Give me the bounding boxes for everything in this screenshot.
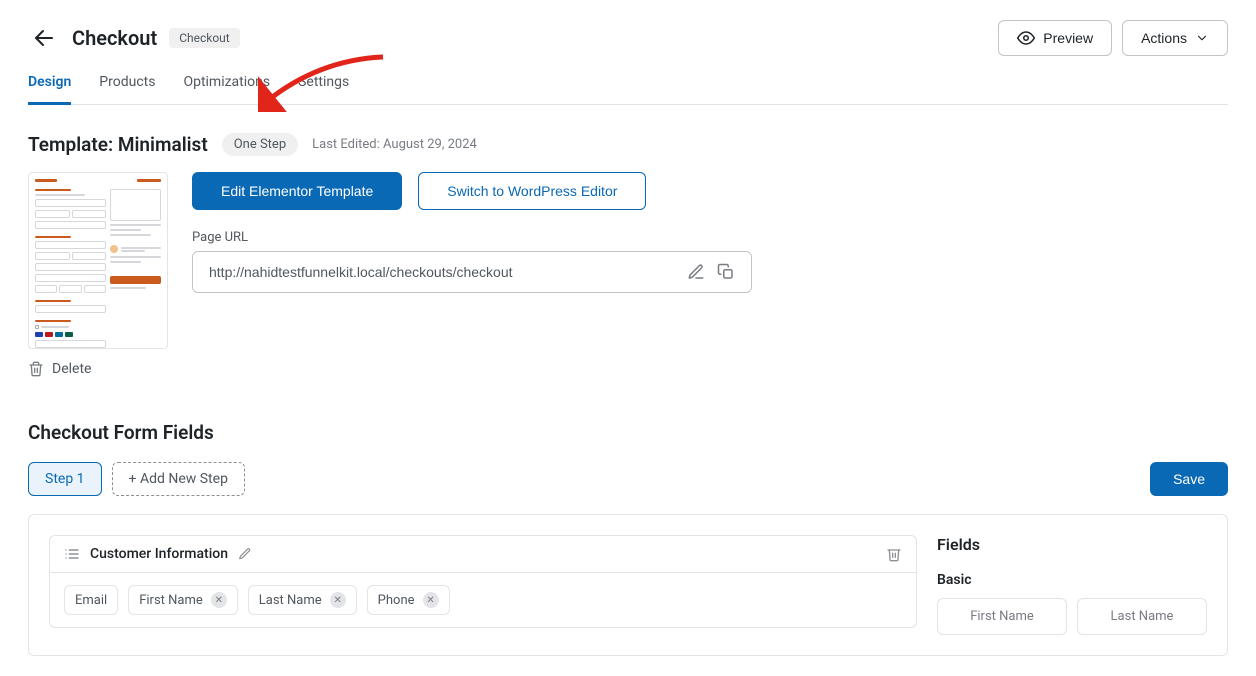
fields-group-basic: Basic xyxy=(937,572,1207,588)
add-step-button[interactable]: + Add New Step xyxy=(112,462,245,496)
drag-handle[interactable] xyxy=(64,546,80,562)
template-title: Template: Minimalist xyxy=(28,133,208,156)
preview-label: Preview xyxy=(1043,30,1093,46)
edit-url-button[interactable] xyxy=(681,263,711,281)
edit-section-button[interactable] xyxy=(238,547,252,561)
field-pill-label: Last Name xyxy=(259,593,322,608)
template-delete-label: Delete xyxy=(52,361,91,377)
field-pill-label: Email xyxy=(75,593,107,608)
field-pill-first-name[interactable]: First Name ✕ xyxy=(128,585,238,615)
preview-button[interactable]: Preview xyxy=(998,20,1112,56)
switch-editor-button[interactable]: Switch to WordPress Editor xyxy=(418,172,646,210)
template-steps-chip: One Step xyxy=(222,133,298,156)
page-url-input[interactable] xyxy=(207,263,681,281)
page-url-label: Page URL xyxy=(192,230,752,245)
copy-icon xyxy=(717,263,735,281)
field-pill-label: Phone xyxy=(378,593,415,608)
remove-field-button[interactable]: ✕ xyxy=(330,592,346,608)
copy-url-button[interactable] xyxy=(711,263,741,281)
field-pill-last-name[interactable]: Last Name ✕ xyxy=(248,585,357,615)
save-button[interactable]: Save xyxy=(1150,462,1228,496)
tab-design[interactable]: Design xyxy=(28,74,71,105)
arrow-left-icon xyxy=(32,26,56,50)
chevron-down-icon xyxy=(1195,31,1209,45)
available-field-last-name[interactable]: Last Name xyxy=(1077,598,1207,635)
delete-section-button[interactable] xyxy=(886,546,902,562)
fields-panel-heading: Fields xyxy=(937,535,1207,554)
field-pill-label: First Name xyxy=(139,593,203,608)
template-delete-button[interactable]: Delete xyxy=(28,361,168,377)
customer-info-title: Customer Information xyxy=(90,546,228,562)
page-url-field-wrap xyxy=(192,251,752,293)
step-1-tab[interactable]: Step 1 xyxy=(28,462,102,496)
pencil-icon xyxy=(687,263,705,281)
tab-products[interactable]: Products xyxy=(99,74,155,104)
page-title: Checkout xyxy=(72,26,157,50)
eye-icon xyxy=(1017,29,1035,47)
template-last-edited: Last Edited: August 29, 2024 xyxy=(312,137,477,152)
template-thumbnail[interactable] xyxy=(28,172,168,349)
back-button[interactable] xyxy=(28,22,60,54)
edit-template-button[interactable]: Edit Elementor Template xyxy=(192,172,402,210)
field-pill-email[interactable]: Email xyxy=(64,585,118,615)
page-type-chip: Checkout xyxy=(169,28,240,48)
form-section-title: Checkout Form Fields xyxy=(28,421,1228,444)
actions-label: Actions xyxy=(1141,30,1187,46)
available-field-first-name[interactable]: First Name xyxy=(937,598,1067,635)
field-pill-phone[interactable]: Phone ✕ xyxy=(367,585,450,615)
tabs: Design Products Optimizations Settings xyxy=(28,74,1228,105)
remove-field-button[interactable]: ✕ xyxy=(211,592,227,608)
list-icon xyxy=(64,546,80,562)
customer-info-section: Customer Information Email First Name ✕ xyxy=(49,535,917,628)
tab-optimizations[interactable]: Optimizations xyxy=(183,74,270,104)
tab-settings[interactable]: Settings xyxy=(298,74,349,104)
pencil-icon xyxy=(238,547,252,561)
trash-icon xyxy=(886,546,902,562)
actions-button[interactable]: Actions xyxy=(1122,20,1228,56)
remove-field-button[interactable]: ✕ xyxy=(423,592,439,608)
trash-icon xyxy=(28,361,44,377)
